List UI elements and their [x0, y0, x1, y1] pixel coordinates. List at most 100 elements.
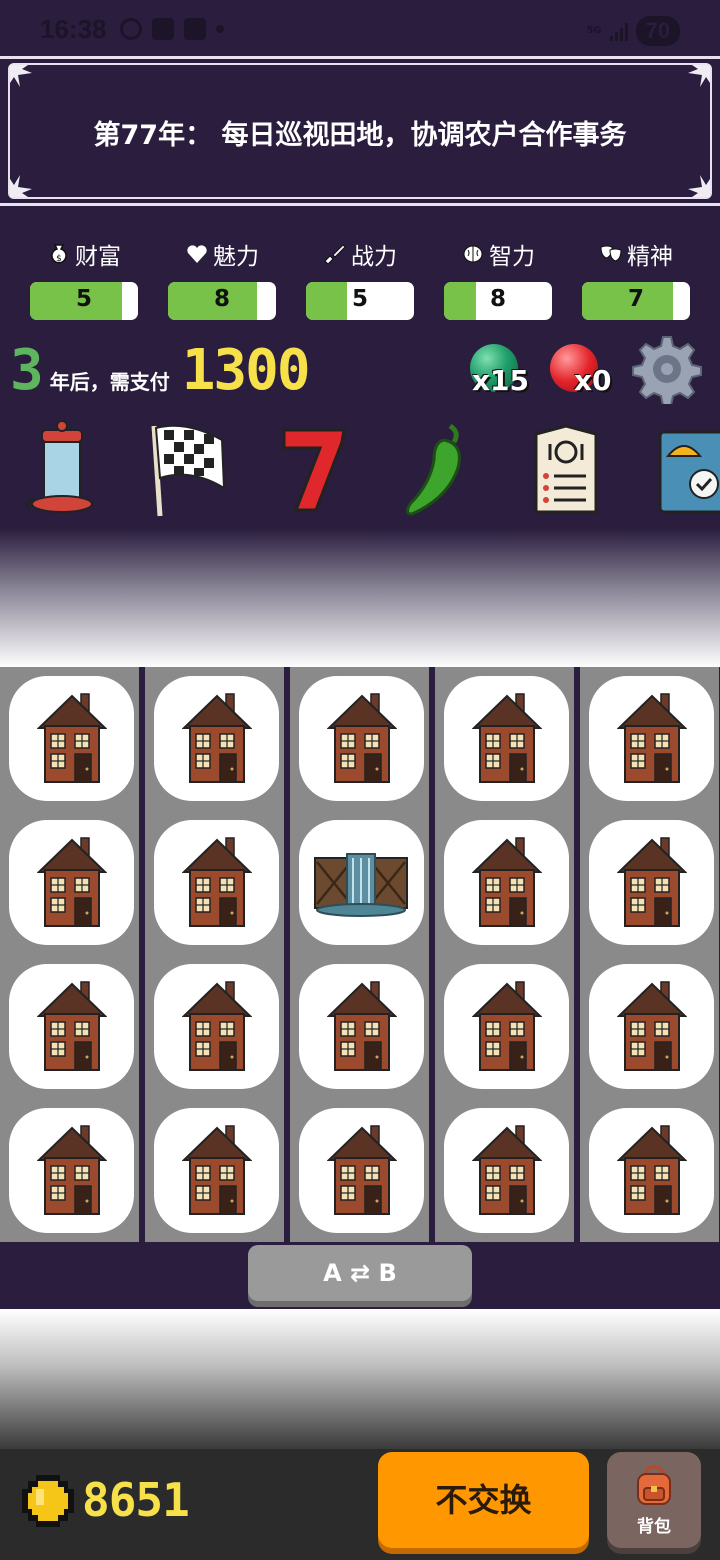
slot-cell-house[interactable]	[9, 1108, 134, 1233]
house-icon	[328, 981, 396, 1071]
slot-cell-house[interactable]	[444, 676, 569, 801]
slot-cell-house[interactable]	[299, 1108, 424, 1233]
stat-label: 智力	[489, 244, 535, 270]
swap-bar: A ⇄ B	[0, 1242, 720, 1309]
slot-cell-house[interactable]	[589, 820, 714, 945]
slot-cell-house[interactable]	[444, 820, 569, 945]
house-icon	[618, 981, 686, 1071]
ornament-icon	[10, 175, 32, 197]
money-bag-icon: $	[51, 244, 67, 264]
status-bar: 16:38 5G 70	[0, 0, 720, 56]
slot-cell-house[interactable]	[589, 964, 714, 1089]
slot-grid	[0, 667, 720, 1242]
house-icon	[183, 693, 251, 783]
ornament-icon	[688, 175, 710, 197]
slot-cell-house[interactable]	[154, 820, 279, 945]
banner-title: 第77年： 每日巡视田地，协调农户合作事务	[93, 120, 627, 151]
house-icon	[38, 1125, 106, 1215]
green-orb-count: x15	[472, 364, 530, 397]
year-banner: 第77年： 每日巡视田地，协调农户合作事务	[0, 56, 720, 206]
coin-balance: 8651	[82, 1473, 190, 1527]
house-icon	[328, 1125, 396, 1215]
stat-bar: 8	[168, 282, 276, 320]
house-icon	[183, 1125, 251, 1215]
settings-gear-icon[interactable]	[632, 334, 702, 404]
rent-due: 3 年后，需支付 1300	[10, 338, 311, 403]
stat-spirit[interactable]: 精神 7	[582, 236, 690, 320]
svg-text:$: $	[56, 254, 62, 264]
slot-cell-house[interactable]	[9, 676, 134, 801]
stat-label: 魅力	[213, 244, 259, 270]
no-swap-button[interactable]: 不交换	[378, 1452, 589, 1548]
swap-ab-button[interactable]: A ⇄ B	[248, 1245, 472, 1301]
battery-level: 70	[635, 16, 680, 46]
slot-cell-house[interactable]	[299, 964, 424, 1089]
house-icon	[183, 837, 251, 927]
stat-charm[interactable]: 魅力 8	[168, 236, 276, 320]
house-icon	[183, 981, 251, 1071]
brain-icon	[463, 245, 483, 263]
house-icon	[328, 693, 396, 783]
heart-icon	[187, 245, 207, 263]
backpack-label: 背包	[637, 1517, 671, 1537]
slot-cell-waterfall[interactable]	[299, 820, 424, 945]
stat-value: 5	[75, 286, 92, 312]
stat-bar: 8	[444, 282, 552, 320]
rent-amount: 1300	[181, 338, 311, 403]
theater-masks-icon	[600, 245, 622, 262]
slot-cell-house[interactable]	[589, 676, 714, 801]
bottom-fade	[0, 1309, 720, 1449]
house-icon	[473, 837, 541, 927]
dot-icon	[216, 25, 224, 33]
relic-items-row	[0, 418, 720, 528]
lucky-seven-icon[interactable]	[262, 418, 362, 518]
checkered-flag-icon[interactable]	[136, 418, 236, 518]
house-icon	[38, 981, 106, 1071]
slot-cell-house[interactable]	[9, 820, 134, 945]
stat-wealth[interactable]: $ 财富 5	[30, 236, 138, 320]
sword-icon	[324, 244, 346, 265]
stat-combat[interactable]: 战力 5	[306, 236, 414, 320]
chili-pepper-icon[interactable]	[388, 418, 488, 518]
notification-icon	[152, 18, 174, 40]
reel-column	[145, 667, 284, 1242]
stat-value: 7	[627, 286, 644, 312]
slot-cell-house[interactable]	[444, 1108, 569, 1233]
blueprint-icon[interactable]	[650, 418, 720, 518]
stat-bar: 5	[30, 282, 138, 320]
coin-icon	[22, 1475, 74, 1527]
stat-value: 8	[489, 286, 506, 312]
stat-bar: 5	[306, 282, 414, 320]
house-icon	[38, 837, 106, 927]
rent-text: 年后，需支付	[49, 370, 170, 394]
house-icon	[618, 837, 686, 927]
house-icon	[473, 1125, 541, 1215]
bottom-bar: 8651 不交换 背包	[0, 1449, 720, 1560]
reel-column	[435, 667, 574, 1242]
menu-card-icon[interactable]	[516, 418, 616, 518]
stat-value: 5	[351, 286, 368, 312]
house-icon	[618, 693, 686, 783]
ornament-icon	[688, 65, 710, 87]
do-not-disturb-icon	[120, 18, 142, 40]
slot-cell-house[interactable]	[9, 964, 134, 1089]
reel-column	[580, 667, 719, 1242]
slot-cell-house[interactable]	[154, 1108, 279, 1233]
house-icon	[473, 981, 541, 1071]
stat-value: 8	[213, 286, 230, 312]
slot-cell-house[interactable]	[444, 964, 569, 1089]
backpack-icon	[637, 1465, 671, 1505]
lantern-icon[interactable]	[12, 418, 112, 518]
slot-cell-house[interactable]	[154, 676, 279, 801]
signal-icon	[609, 21, 628, 41]
red-orb-count: x0	[574, 364, 612, 397]
stat-intelligence[interactable]: 智力 8	[444, 236, 552, 320]
status-icons	[120, 18, 224, 40]
backpack-button[interactable]: 背包	[607, 1452, 701, 1548]
house-icon	[473, 693, 541, 783]
slot-cell-house[interactable]	[299, 676, 424, 801]
slot-cell-house[interactable]	[589, 1108, 714, 1233]
stat-label: 财富	[75, 244, 121, 270]
network-type: 5G	[586, 25, 602, 36]
slot-cell-house[interactable]	[154, 964, 279, 1089]
